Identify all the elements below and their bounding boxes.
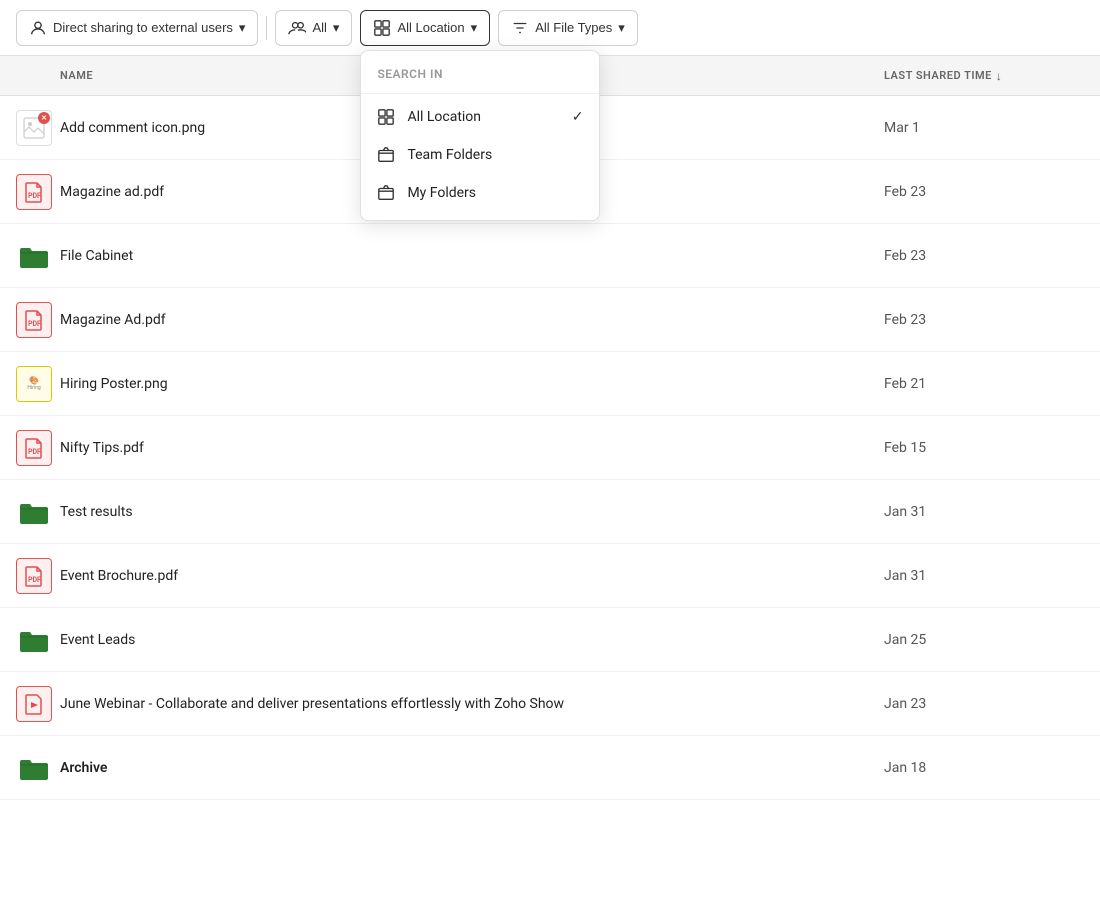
row-name: Archive	[60, 760, 884, 776]
poster-icon: 🎨 Hiring	[16, 366, 52, 402]
dropdown-item-all-location[interactable]: All Location ✓	[361, 98, 599, 136]
pdf-icon: PDF	[16, 430, 52, 466]
table-row[interactable]: Test results Jan 31	[0, 480, 1100, 544]
users-icon	[288, 19, 306, 37]
location-chevron-icon: ▾	[471, 20, 478, 36]
folder-icon	[16, 494, 52, 530]
all-location-label: All Location	[407, 109, 481, 125]
row-time: Feb 21	[884, 376, 1084, 392]
my-folders-label: My Folders	[407, 185, 476, 201]
row-time: Mar 1	[884, 120, 1084, 136]
location-grid-icon	[373, 19, 391, 37]
person-icon	[29, 19, 47, 37]
table-row[interactable]: PDF Event Brochure.pdf Jan 31	[0, 544, 1100, 608]
row-time: Feb 15	[884, 440, 1084, 456]
dropdown-item-team-folders[interactable]: Team Folders	[361, 136, 599, 174]
dropdown-divider-1	[361, 93, 599, 94]
presentation-icon	[16, 686, 52, 722]
all-location-check-icon: ✓	[572, 109, 584, 125]
all-location-icon	[377, 108, 395, 126]
row-name: Event Brochure.pdf	[60, 568, 884, 584]
col-time-header[interactable]: LAST SHARED TIME ↓	[884, 69, 1084, 83]
table-row[interactable]: 🎨 Hiring Hiring Poster.png Feb 21	[0, 352, 1100, 416]
row-name: File Cabinet	[60, 248, 884, 264]
sharing-filter-label: Direct sharing to external users	[53, 20, 233, 35]
row-name: Event Leads	[60, 632, 884, 648]
svg-text:PDF: PDF	[28, 576, 41, 584]
file-types-filter-button[interactable]: All File Types ▾	[498, 10, 638, 46]
row-name: Nifty Tips.pdf	[60, 440, 884, 456]
chevron-down-icon: ▾	[239, 20, 246, 36]
table-row[interactable]: PDF Nifty Tips.pdf Feb 15	[0, 416, 1100, 480]
location-filter-container: All Location ▾ SEARCH IN All Location ✓	[360, 10, 490, 46]
team-folders-icon	[377, 146, 395, 164]
pdf-icon: PDF	[16, 174, 52, 210]
toolbar: Direct sharing to external users ▾ All ▾…	[0, 0, 1100, 56]
table-row[interactable]: PDF Magazine Ad.pdf Feb 23	[0, 288, 1100, 352]
folder-icon	[16, 238, 52, 274]
location-filter-button[interactable]: All Location ▾	[360, 10, 490, 46]
sharing-filter-button[interactable]: Direct sharing to external users ▾	[16, 10, 258, 46]
svg-text:PDF: PDF	[28, 320, 41, 328]
row-name: Magazine Ad.pdf	[60, 312, 884, 328]
dropdown-search-label: SEARCH IN	[361, 59, 599, 89]
row-time: Feb 23	[884, 184, 1084, 200]
svg-text:PDF: PDF	[28, 448, 41, 456]
comment-badge: ✕	[38, 112, 50, 124]
pdf-icon: PDF	[16, 558, 52, 594]
table-row[interactable]: Event Leads Jan 25	[0, 608, 1100, 672]
table-row[interactable]: June Webinar - Collaborate and deliver p…	[0, 672, 1100, 736]
row-time: Jan 31	[884, 504, 1084, 520]
dropdown-item-my-folders[interactable]: My Folders	[361, 174, 599, 212]
file-types-label: All File Types	[535, 20, 612, 35]
filter-icon	[511, 19, 529, 37]
all-label: All	[312, 20, 326, 35]
location-label: All Location	[397, 20, 464, 35]
row-name: Hiring Poster.png	[60, 376, 884, 392]
image-icon: ✕	[16, 110, 52, 146]
row-time: Feb 23	[884, 312, 1084, 328]
table-row[interactable]: File Cabinet Feb 23	[0, 224, 1100, 288]
row-time: Jan 23	[884, 696, 1084, 712]
svg-text:PDF: PDF	[28, 192, 41, 200]
location-dropdown-menu: SEARCH IN All Location ✓ Team	[360, 50, 600, 221]
hiring-inner: 🎨 Hiring	[17, 367, 51, 401]
row-time: Jan 31	[884, 568, 1084, 584]
row-name: June Webinar - Collaborate and deliver p…	[60, 696, 884, 712]
folder-icon	[16, 750, 52, 786]
row-time: Jan 25	[884, 632, 1084, 648]
toolbar-divider	[266, 16, 267, 40]
file-types-chevron-icon: ▾	[618, 20, 625, 36]
all-chevron-icon: ▾	[333, 20, 340, 36]
row-time: Feb 23	[884, 248, 1084, 264]
row-name: Test results	[60, 504, 884, 520]
folder-icon	[16, 622, 52, 658]
all-filter-button[interactable]: All ▾	[275, 10, 352, 46]
team-folders-label: Team Folders	[407, 147, 492, 163]
my-folders-icon	[377, 184, 395, 202]
pdf-icon: PDF	[16, 302, 52, 338]
row-time: Jan 18	[884, 760, 1084, 776]
sort-arrow-icon: ↓	[996, 69, 1003, 83]
table-row[interactable]: Archive Jan 18	[0, 736, 1100, 800]
